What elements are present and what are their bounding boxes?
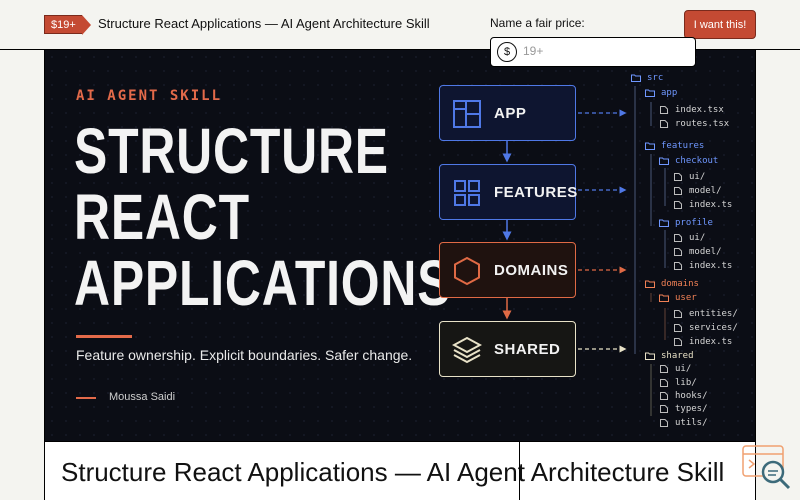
tree-label: profile [675, 218, 713, 228]
file-icon [674, 310, 682, 318]
folder-icon [645, 142, 655, 150]
tree-label: lib/ [675, 378, 697, 388]
layer-card-app: APP [439, 85, 576, 141]
price-placeholder: 19+ [523, 44, 544, 58]
layer-label: SHARED [494, 341, 561, 358]
tree-file: utils/ [659, 417, 708, 429]
folder-icon [645, 352, 655, 360]
folder-icon [659, 294, 669, 302]
tree-folder: shared [645, 350, 694, 362]
tree-label: index.ts [689, 337, 733, 347]
folder-icon [659, 157, 669, 165]
tree-file: ui/ [659, 363, 691, 375]
tree-file: index.tsx [659, 104, 724, 116]
file-icon [660, 405, 668, 413]
product-title: Structure React Applications — AI Agent … [61, 457, 725, 487]
file-icon [660, 392, 668, 400]
tree-label: index.tsx [675, 105, 724, 115]
tree-label: ui/ [689, 172, 706, 182]
tree-folder: checkout [659, 155, 718, 167]
file-icon [674, 248, 682, 256]
layer-label: FEATURES [494, 184, 578, 201]
file-icon [674, 201, 682, 209]
tree-label: ui/ [689, 233, 706, 243]
tree-file: ui/ [673, 232, 705, 244]
tree-label: types/ [675, 404, 708, 414]
tree-folder: profile [659, 217, 713, 229]
tree-label: features [661, 141, 705, 151]
tree-label: shared [661, 351, 694, 361]
layer-label: DOMAINS [494, 262, 569, 279]
tree-file: entities/ [673, 308, 738, 320]
file-icon [660, 106, 668, 114]
tree-label: app [661, 88, 678, 98]
layer-card-features: FEATURES [439, 164, 578, 220]
tree-folder: app [645, 87, 677, 99]
tree-file: index.ts [673, 336, 732, 348]
stacked-layers-icon [452, 336, 482, 364]
file-icon [674, 338, 682, 346]
tree-file: model/ [673, 246, 722, 258]
tree-folder: user [659, 292, 697, 304]
layer-connectors [502, 86, 666, 416]
tree-label: entities/ [689, 309, 738, 319]
tree-file: ui/ [673, 171, 705, 183]
column-divider [519, 442, 520, 500]
tree-folder: features [645, 140, 704, 152]
tree-folder: domains [645, 278, 699, 290]
file-icon [660, 379, 668, 387]
tree-label: checkout [675, 156, 719, 166]
tree-label: services/ [689, 323, 738, 333]
tree-label: model/ [689, 247, 722, 257]
product-cover-image: AI AGENT SKILL STRUCTURE REACT APPLICATI… [44, 50, 756, 441]
folder-icon [645, 89, 655, 97]
layer-label: APP [494, 105, 527, 122]
folder-icon [631, 74, 641, 82]
tree-label: routes.tsx [675, 119, 730, 129]
tree-label: index.ts [689, 261, 733, 271]
header-product-title: Structure React Applications — AI Agent … [98, 16, 430, 31]
tree-file: index.ts [673, 199, 732, 211]
layer-card-shared: SHARED [439, 321, 576, 377]
i-want-this-button[interactable]: I want this! [684, 10, 756, 39]
product-details: Structure React Applications — AI Agent … [44, 441, 756, 500]
tree-label: hooks/ [675, 391, 708, 401]
folder-icon [659, 219, 669, 227]
tree-file: hooks/ [659, 390, 708, 402]
price-badge: $19+ [44, 14, 91, 35]
file-icon [674, 324, 682, 332]
price-badge-tip [81, 14, 91, 35]
price-input[interactable]: $ 19+ [490, 37, 696, 67]
pricing-label: Name a fair price: [490, 16, 585, 30]
tree-file: lib/ [659, 377, 697, 389]
file-icon [660, 419, 668, 427]
file-icon [660, 120, 668, 128]
app-layout-icon [453, 100, 481, 128]
tree-label: user [675, 293, 697, 303]
tree-file: types/ [659, 403, 708, 415]
grid-squares-icon [454, 180, 480, 206]
tree-label: ui/ [675, 364, 692, 374]
currency-symbol: $ [497, 42, 517, 62]
search-help-icon[interactable] [741, 444, 793, 490]
tree-label: domains [661, 279, 699, 289]
tree-file: model/ [673, 185, 722, 197]
tree-file: services/ [673, 322, 738, 334]
tree-label: src [647, 73, 664, 83]
tree-label: model/ [689, 186, 722, 196]
folder-icon [645, 280, 655, 288]
file-icon [674, 173, 682, 181]
price-badge-label: $19+ [44, 15, 82, 34]
tree-label: utils/ [675, 418, 708, 428]
file-icon [674, 187, 682, 195]
tree-file: routes.tsx [659, 118, 729, 130]
tree-folder: src [631, 72, 663, 84]
hexagon-icon [454, 256, 480, 286]
file-icon [674, 262, 682, 270]
tree-file: index.ts [673, 260, 732, 272]
layer-card-domains: DOMAINS [439, 242, 576, 298]
tree-label: index.ts [689, 200, 733, 210]
file-icon [674, 234, 682, 242]
file-icon [660, 365, 668, 373]
